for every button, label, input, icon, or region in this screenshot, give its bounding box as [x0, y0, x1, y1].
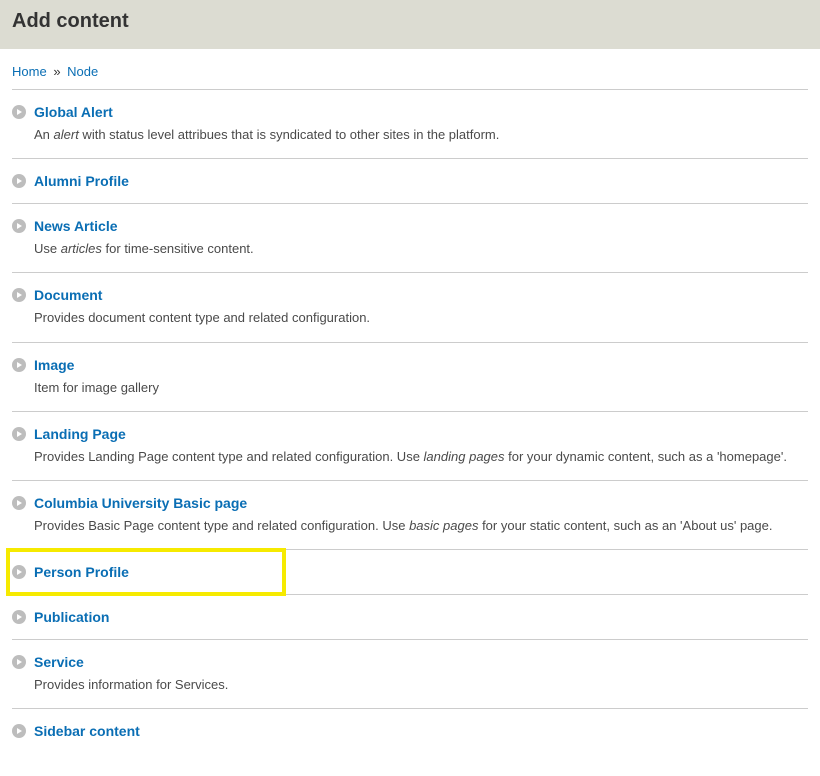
- desc-text: Item for image gallery: [34, 380, 159, 395]
- content-type-link[interactable]: Global Alert: [34, 104, 113, 120]
- content-type-description: Item for image gallery: [34, 379, 808, 397]
- content-type-description: Provides information for Services.: [34, 676, 808, 694]
- content-type-link[interactable]: Columbia University Basic page: [34, 495, 247, 511]
- breadcrumb-node-link[interactable]: Node: [67, 64, 98, 79]
- arrow-right-icon: [12, 496, 26, 510]
- arrow-right-icon: [12, 655, 26, 669]
- header-bar: Add content: [0, 0, 820, 49]
- arrow-right-icon: [12, 565, 26, 579]
- desc-emphasis: landing pages: [424, 449, 505, 464]
- content-type-item: News Article Use articles for time-sensit…: [12, 204, 808, 273]
- content-type-item: Service Provides information for Services…: [12, 640, 808, 709]
- content-type-description: Use articles for time-sensitive content.: [34, 240, 808, 258]
- content-type-link[interactable]: Document: [34, 287, 102, 303]
- arrow-right-icon: [12, 174, 26, 188]
- content-type-link[interactable]: Publication: [34, 609, 109, 625]
- arrow-right-icon: [12, 358, 26, 372]
- desc-text: for your dynamic content, such as a 'hom…: [505, 449, 787, 464]
- content-type-item: Sidebar content: [12, 709, 808, 753]
- desc-text: Provides information for Services.: [34, 677, 228, 692]
- desc-emphasis: alert: [54, 127, 79, 142]
- content-type-description: An alert with status level attribues tha…: [34, 126, 808, 144]
- content-area: Home » Node Global Alert An alert with st…: [0, 49, 820, 753]
- desc-text: for your static content, such as an 'Abo…: [478, 518, 772, 533]
- desc-text: An: [34, 127, 54, 142]
- content-type-link[interactable]: Landing Page: [34, 426, 126, 442]
- content-type-link[interactable]: Sidebar content: [34, 723, 140, 739]
- content-type-item: Global Alert An alert with status level a…: [12, 90, 808, 159]
- content-type-item: Person Profile: [12, 550, 808, 595]
- content-type-item: Columbia University Basic page Provides B…: [12, 481, 808, 550]
- arrow-right-icon: [12, 219, 26, 233]
- content-type-list: Global Alert An alert with status level a…: [12, 90, 808, 753]
- arrow-right-icon: [12, 724, 26, 738]
- content-type-link[interactable]: Image: [34, 357, 74, 373]
- content-type-item: Document Provides document content type a…: [12, 273, 808, 342]
- desc-text: Provides document content type and relat…: [34, 310, 370, 325]
- content-type-description: Provides Basic Page content type and rel…: [34, 517, 808, 535]
- desc-text: Use: [34, 241, 61, 256]
- content-type-description: Provides Landing Page content type and r…: [34, 448, 808, 466]
- desc-emphasis: articles: [61, 241, 102, 256]
- desc-text: Provides Basic Page content type and rel…: [34, 518, 409, 533]
- content-type-link[interactable]: News Article: [34, 218, 118, 234]
- content-type-item: Alumni Profile: [12, 159, 808, 204]
- desc-emphasis: basic pages: [409, 518, 478, 533]
- desc-text: Provides Landing Page content type and r…: [34, 449, 424, 464]
- content-type-description: Provides document content type and relat…: [34, 309, 808, 327]
- content-type-item: Landing Page Provides Landing Page conten…: [12, 412, 808, 481]
- arrow-right-icon: [12, 105, 26, 119]
- breadcrumb-separator: »: [50, 64, 63, 79]
- breadcrumb-home-link[interactable]: Home: [12, 64, 47, 79]
- desc-text: for time-sensitive content.: [102, 241, 254, 256]
- arrow-right-icon: [12, 427, 26, 441]
- content-type-item: Publication: [12, 595, 808, 640]
- content-type-link[interactable]: Service: [34, 654, 84, 670]
- content-type-link[interactable]: Alumni Profile: [34, 173, 129, 189]
- page-title: Add content: [12, 10, 808, 33]
- arrow-right-icon: [12, 610, 26, 624]
- breadcrumb: Home » Node: [12, 49, 808, 90]
- content-type-link[interactable]: Person Profile: [34, 564, 129, 580]
- desc-text: with status level attribues that is synd…: [79, 127, 500, 142]
- arrow-right-icon: [12, 288, 26, 302]
- content-type-item: Image Item for image gallery: [12, 343, 808, 412]
